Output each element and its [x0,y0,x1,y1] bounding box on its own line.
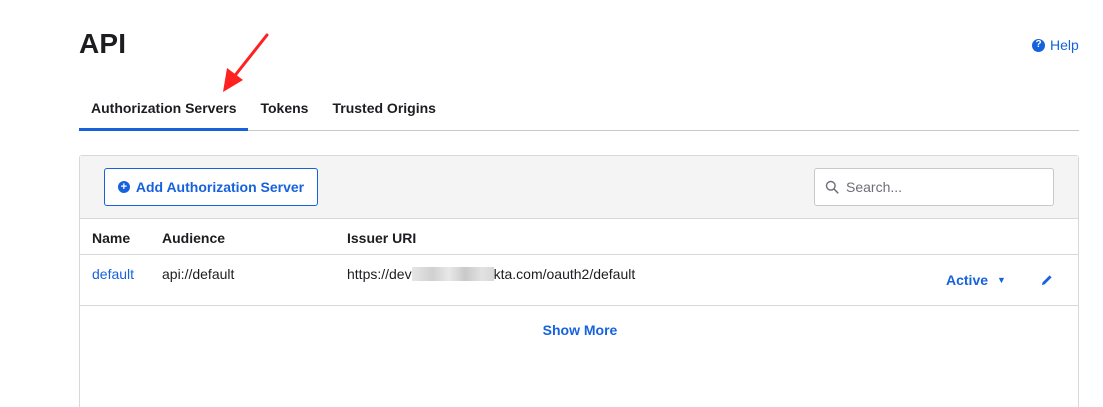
column-header-audience[interactable]: Audience [162,230,225,246]
help-link[interactable]: ? Help [1032,37,1079,53]
status-dropdown[interactable]: Active ▼ [946,272,1006,288]
search-icon [825,180,839,194]
issuer-uri-prefix: https://dev [347,266,412,282]
show-more-link[interactable]: Show More [80,322,1080,338]
search-input[interactable] [846,179,1036,195]
server-name-link[interactable]: default [92,266,134,282]
tab-trusted-origins[interactable]: Trusted Origins [320,90,447,131]
authorization-servers-panel: + Add Authorization Server Name Audience… [79,155,1079,407]
redacted-block [411,267,494,281]
issuer-uri-value: https://dev kta.com/oauth2/default [347,266,635,282]
tab-authorization-servers[interactable]: Authorization Servers [79,90,249,131]
help-circle-icon: ? [1032,38,1045,52]
issuer-uri-suffix: kta.com/oauth2/default [493,266,636,282]
panel-toolbar: + Add Authorization Server [80,156,1078,219]
column-header-issuer-uri[interactable]: Issuer URI [347,230,416,246]
search-box[interactable] [814,168,1054,206]
plus-circle-icon: + [117,181,130,193]
help-label: Help [1050,37,1079,53]
audience-value: api://default [162,266,235,282]
add-authorization-server-button[interactable]: + Add Authorization Server [104,168,318,206]
table-header: Name Audience Issuer URI [80,219,1078,255]
status-label: Active [946,272,989,288]
table-row: default api://default https://dev kta.com… [80,255,1078,306]
column-header-name[interactable]: Name [92,230,130,246]
tab-bar: Authorization Servers Tokens Trusted Ori… [79,90,1079,131]
add-button-label: Add Authorization Server [135,179,305,195]
page-title: API [79,28,127,59]
pencil-icon[interactable] [1040,273,1054,287]
tab-tokens[interactable]: Tokens [248,90,320,131]
caret-down-icon: ▼ [997,275,1006,285]
